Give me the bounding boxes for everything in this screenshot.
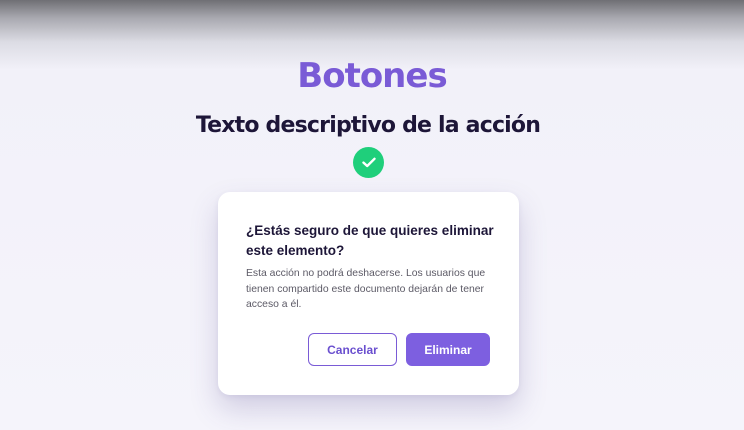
check-circle-icon [353,147,384,178]
dialog-title: ¿Estás seguro de que quieres eliminar es… [246,223,494,258]
cancel-button[interactable]: Cancelar [308,333,397,366]
page-subtitle: Texto descriptivo de la acción [195,113,541,139]
confirm-delete-dialog: ¿Estás seguro de que quieres eliminar es… [218,192,519,395]
delete-button[interactable]: Eliminar [406,333,490,366]
page-title: Botones [297,55,447,96]
dialog-message: Esta acción no podrá deshacerse. Los usu… [246,268,486,310]
